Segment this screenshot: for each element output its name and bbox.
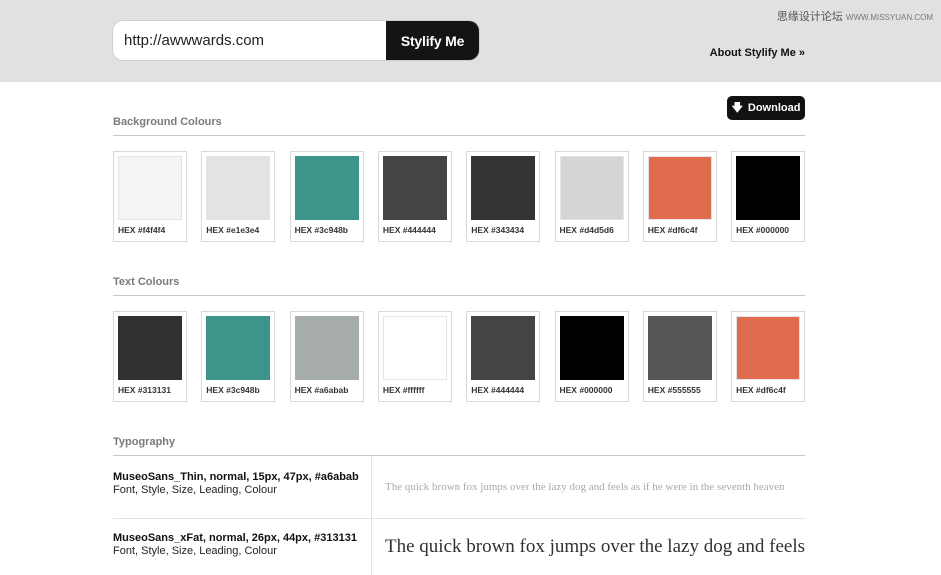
colour-hex-label: HEX #3c948b xyxy=(294,225,348,235)
section-divider xyxy=(113,455,805,456)
colour-swatch: HEX #df6c4f xyxy=(642,151,717,242)
colour-chip xyxy=(294,156,359,220)
colour-hex-label: HEX #444444 xyxy=(471,385,525,395)
colour-chip xyxy=(559,316,624,380)
typography-description: Font, Style, Size, Leading, Colour xyxy=(113,545,277,557)
colour-hex-label: HEX #ffffff xyxy=(382,385,425,395)
colour-hex-label: HEX #444444 xyxy=(382,225,436,235)
typography-description: Font, Style, Size, Leading, Colour xyxy=(113,484,277,496)
colour-chip xyxy=(559,156,624,220)
url-input[interactable] xyxy=(113,21,386,60)
colour-swatch: HEX #444444 xyxy=(377,151,452,242)
colour-swatch: HEX #f4f4f4 xyxy=(113,151,187,242)
row-divider xyxy=(113,518,805,519)
text-colours-grid: HEX #313131 HEX #3c948b HEX #a6abab HEX #ff… xyxy=(113,311,806,402)
colour-hex-label: HEX #555555 xyxy=(647,385,701,395)
header-bar: Stylify Me About Stylify Me » 思缘设计论坛WWW.… xyxy=(0,0,941,82)
colour-chip xyxy=(736,316,801,380)
colour-chip xyxy=(471,316,536,380)
typography-sample: The quick brown fox jumps over the lazy … xyxy=(385,536,805,557)
section-divider xyxy=(113,295,805,296)
colour-swatch: HEX #444444 xyxy=(466,311,541,402)
colour-hex-label: HEX #df6c4f xyxy=(736,385,786,395)
about-stylify-me-link[interactable]: About Stylify Me » xyxy=(710,47,805,59)
url-form: Stylify Me xyxy=(113,21,479,60)
colour-hex-label: HEX #3c948b xyxy=(206,385,260,395)
colour-hex-label: HEX #d4d5d6 xyxy=(559,225,614,235)
colour-chip xyxy=(118,156,182,220)
colour-hex-label: HEX #343434 xyxy=(471,225,525,235)
typography-sample: The quick brown fox jumps over the lazy … xyxy=(385,481,785,493)
colour-hex-label: HEX #a6abab xyxy=(294,385,349,395)
colour-chip xyxy=(206,316,271,380)
colour-chip xyxy=(118,316,182,380)
colour-swatch: HEX #000000 xyxy=(731,151,806,242)
colour-hex-label: HEX #000000 xyxy=(559,385,613,395)
colour-chip xyxy=(647,156,712,220)
colour-hex-label: HEX #e1e3e4 xyxy=(206,225,260,235)
colour-swatch: HEX #a6abab xyxy=(289,311,364,402)
watermark-text: 思缘设计论坛 xyxy=(776,11,843,23)
colour-chip xyxy=(382,316,447,380)
text-colours-title: Text Colours xyxy=(113,276,180,288)
colour-swatch: HEX #e1e3e4 xyxy=(201,151,276,242)
colour-hex-label: HEX #f4f4f4 xyxy=(118,225,166,235)
download-label: Download xyxy=(747,102,801,114)
colour-hex-label: HEX #df6c4f xyxy=(647,225,698,235)
colour-chip xyxy=(736,156,801,220)
colour-chip xyxy=(294,316,359,380)
background-colours-title: Background Colours xyxy=(113,116,222,128)
watermark-url: WWW.MISSYUAN.COM xyxy=(845,13,933,22)
typography-spec: MuseoSans_xFat, normal, 26px, 44px, #313… xyxy=(113,532,357,544)
colour-swatch: HEX #343434 xyxy=(466,151,541,242)
background-colours-grid: HEX #f4f4f4 HEX #e1e3e4 HEX #3c948b HEX #44… xyxy=(113,151,806,242)
download-button[interactable]: 🡇 Download xyxy=(727,96,805,120)
watermark: 思缘设计论坛 WWW.MISSYUAN.COM xyxy=(777,8,933,24)
colour-swatch: HEX #3c948b xyxy=(289,151,364,242)
download-arrow-icon: 🡇 xyxy=(731,101,743,114)
colour-chip xyxy=(471,156,536,220)
colour-chip xyxy=(647,316,712,380)
colour-swatch: HEX #313131 xyxy=(113,311,187,402)
colour-swatch: HEX #555555 xyxy=(642,311,717,402)
typography-column-divider xyxy=(371,456,372,575)
colour-chip xyxy=(382,156,447,220)
colour-hex-label: HEX #313131 xyxy=(118,385,171,395)
typography-spec: MuseoSans_Thin, normal, 15px, 47px, #a6a… xyxy=(113,471,359,483)
colour-swatch: HEX #ffffff xyxy=(377,311,452,402)
section-divider xyxy=(113,135,805,136)
typography-title: Typography xyxy=(113,436,176,448)
colour-swatch: HEX #000000 xyxy=(554,311,629,402)
colour-swatch: HEX #d4d5d6 xyxy=(554,151,629,242)
stylify-me-button[interactable]: Stylify Me xyxy=(386,21,479,60)
colour-swatch: HEX #3c948b xyxy=(201,311,276,402)
colour-chip xyxy=(206,156,271,220)
colour-hex-label: HEX #000000 xyxy=(736,225,790,235)
colour-swatch: HEX #df6c4f xyxy=(731,311,806,402)
